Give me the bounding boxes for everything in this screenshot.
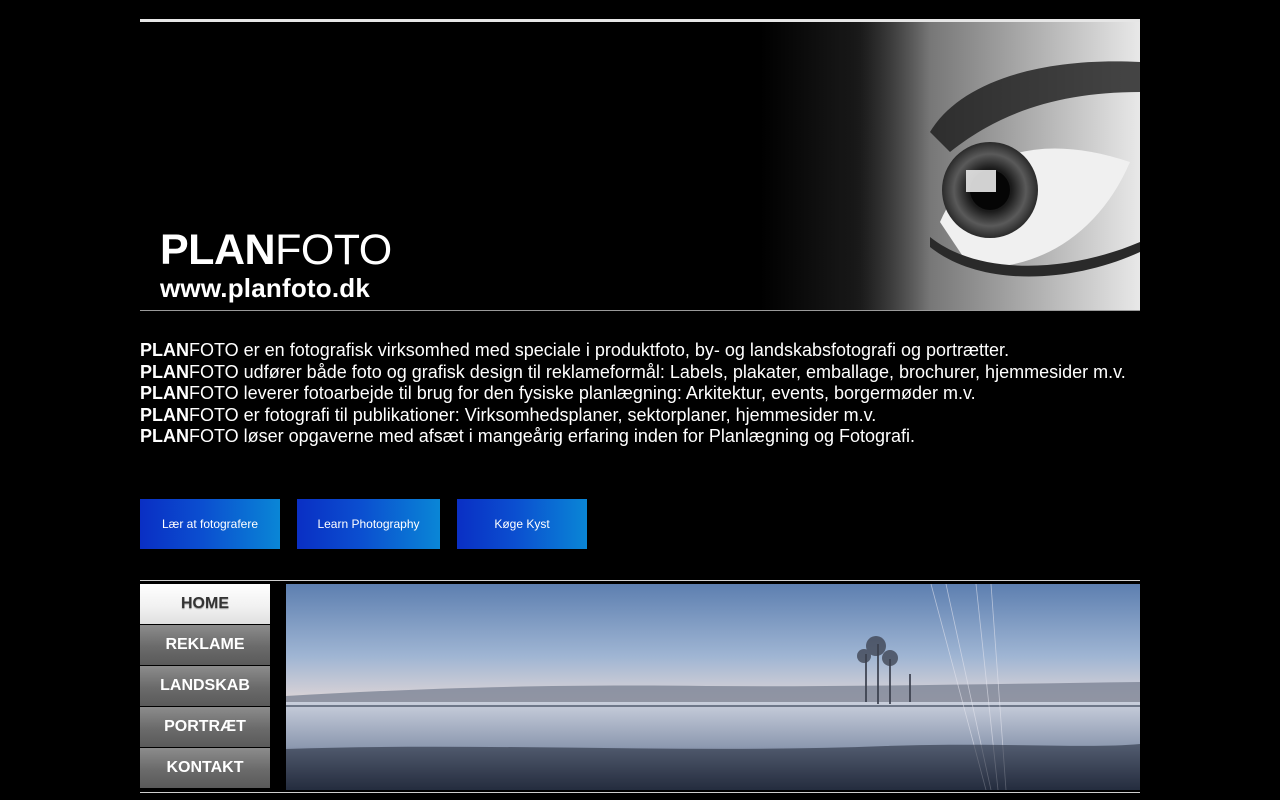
intro-line-text: FOTO er fotografi til publikationer: Vir… [189, 404, 877, 425]
intro-prefix: PLAN [140, 361, 189, 382]
nav-item-landskab[interactable]: LANDSKAB [140, 666, 270, 707]
header-banner: PLANFOTO www.planfoto.dk [140, 22, 1140, 310]
intro-line-text: FOTO leverer fotoarbejde til brug for de… [189, 383, 976, 404]
intro-line-text: FOTO løser opgaverne med afsæt i mangeår… [189, 426, 916, 447]
nav-bottom-divider [140, 792, 1140, 793]
intro-line: PLANFOTO udfører både foto og grafisk de… [140, 362, 1140, 384]
nav-item-kontakt[interactable]: KONTAKT [140, 748, 270, 789]
landscape-panorama-image [286, 584, 1140, 790]
nav-item-portraet[interactable]: PORTRÆT [140, 707, 270, 748]
intro-prefix: PLAN [140, 383, 189, 404]
intro-prefix: PLAN [140, 426, 189, 447]
intro-line: PLANFOTO er fotografi til publikationer:… [140, 405, 1140, 427]
intro-line: PLANFOTO løser opgaverne med afsæt i man… [140, 426, 1140, 448]
intro-line: PLANFOTO er en fotografisk virksomhed me… [140, 340, 1140, 362]
nav-top-divider [140, 580, 1140, 581]
intro-text: PLANFOTO er en fotografisk virksomhed me… [140, 340, 1140, 448]
brand-url: www.planfoto.dk [160, 273, 371, 303]
brand-name-light: FOTO [275, 226, 392, 274]
panorama-graphic [286, 584, 1140, 790]
intro-line: PLANFOTO leverer fotoarbejde til brug fo… [140, 383, 1140, 405]
brand-logo: PLANFOTO [160, 229, 392, 272]
intro-line-text: FOTO er en fotografisk virksomhed med sp… [189, 340, 1010, 360]
brand-name-bold: PLAN [160, 226, 276, 274]
nav-item-reklame[interactable]: REKLAME [140, 625, 270, 666]
nav-item-home[interactable]: HOME [140, 584, 270, 625]
koge-kyst-button[interactable]: Køge Kyst [457, 499, 587, 549]
laer-at-fotografere-button[interactable]: Lær at fotografere [140, 499, 280, 549]
intro-line-text: FOTO udfører både foto og grafisk design… [189, 361, 1126, 382]
learn-photography-button[interactable]: Learn Photography [297, 499, 440, 549]
intro-prefix: PLAN [140, 404, 189, 425]
main-nav: HOME REKLAME LANDSKAB PORTRÆT KONTAKT [140, 584, 270, 789]
intro-prefix: PLAN [140, 340, 189, 360]
banner-divider [140, 310, 1140, 311]
